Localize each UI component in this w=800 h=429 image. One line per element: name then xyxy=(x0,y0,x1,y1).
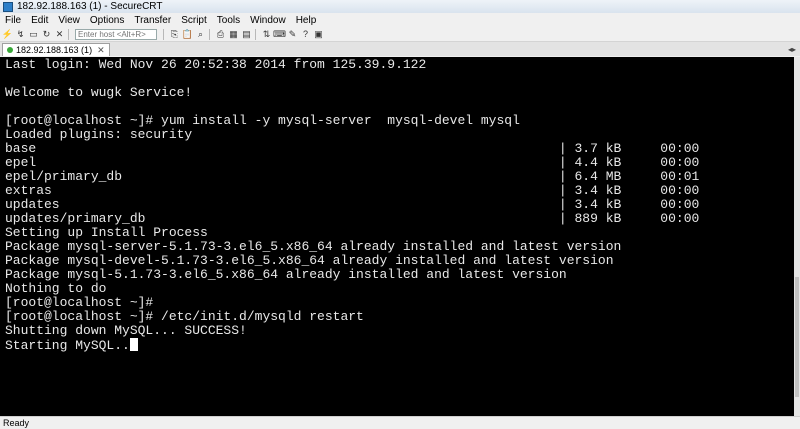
find-icon[interactable]: ⌕ xyxy=(195,29,206,40)
menu-script[interactable]: Script xyxy=(176,15,212,26)
menu-view[interactable]: View xyxy=(53,15,85,26)
menu-transfer[interactable]: Transfer xyxy=(129,15,176,26)
global-options-icon[interactable]: ▤ xyxy=(241,29,252,40)
terminal-line: Nothing to do xyxy=(5,281,107,296)
terminal-line: Package mysql-server-5.1.73-3.el6_5.x86_… xyxy=(5,239,622,254)
toolbar-overflow-icon[interactable]: ▣ xyxy=(313,29,324,40)
connect-icon[interactable]: ⚡ xyxy=(2,29,13,40)
window-title: 182.92.188.163 (1) - SecureCRT xyxy=(17,1,163,12)
menu-options[interactable]: Options xyxy=(85,15,129,26)
quick-connect-icon[interactable]: ↯ xyxy=(15,29,26,40)
terminal-line: Package mysql-5.1.73-3.el6_5.x86_64 alre… xyxy=(5,267,567,282)
menu-edit[interactable]: Edit xyxy=(26,15,53,26)
terminal-line: epel | 4.4 kB 00:00 xyxy=(5,155,700,170)
terminal-line: epel/primary_db | 6.4 MB 00:01 xyxy=(5,169,700,184)
toolbar-separator xyxy=(209,28,210,40)
terminal-line: Welcome to wugk Service! xyxy=(5,85,193,100)
vertical-scrollbar[interactable] xyxy=(794,57,800,416)
terminal-line: Loaded plugins: security xyxy=(5,127,193,142)
session-tab-bar: 182.92.188.163 (1) ✕ ◂▸ xyxy=(0,42,800,56)
tab-session[interactable]: 182.92.188.163 (1) ✕ xyxy=(2,43,110,56)
terminal-line: extras | 3.4 kB 00:00 xyxy=(5,183,700,198)
menu-help[interactable]: Help xyxy=(291,15,322,26)
terminal-line: Last login: Wed Nov 26 20:52:38 2014 fro… xyxy=(5,57,427,72)
copy-icon[interactable]: ⎘ xyxy=(169,29,180,40)
sftp-icon[interactable]: ⇅ xyxy=(261,29,272,40)
connect-in-tab-icon[interactable]: ▭ xyxy=(28,29,39,40)
terminal-line: Shutting down MySQL... SUCCESS! xyxy=(5,323,247,338)
print-icon[interactable]: ⎙ xyxy=(215,29,226,40)
toolbar-separator xyxy=(68,28,69,40)
terminal-line: Package mysql-devel-5.1.73-3.el6_5.x86_6… xyxy=(5,253,614,268)
menu-tools[interactable]: Tools xyxy=(212,15,245,26)
status-bar: Ready xyxy=(0,416,800,429)
menu-file[interactable]: File xyxy=(0,15,26,26)
enter-host-input[interactable] xyxy=(75,28,157,40)
terminal-output: Last login: Wed Nov 26 20:52:38 2014 fro… xyxy=(0,57,794,353)
toolbar-separator xyxy=(255,28,256,40)
toolbar-separator xyxy=(163,28,164,40)
tab-scroll-arrows-icon[interactable]: ◂▸ xyxy=(788,43,796,56)
terminal-screen[interactable]: Last login: Wed Nov 26 20:52:38 2014 fro… xyxy=(0,57,794,416)
terminal-line: Starting MySQL.. xyxy=(5,338,794,353)
terminal-line: updates/primary_db | 889 kB 00:00 xyxy=(5,211,700,226)
toolbar: ⚡ ↯ ▭ ↻ ✕ ⎘ 📋 ⌕ ⎙ ▦ ▤ ⇅ ⌨ ✎ ? ▣ xyxy=(0,27,800,42)
tab-close-icon[interactable]: ✕ xyxy=(97,45,105,56)
terminal-line: Setting up Install Process xyxy=(5,225,208,240)
script-icon[interactable]: ✎ xyxy=(287,29,298,40)
terminal-line: updates | 3.4 kB 00:00 xyxy=(5,197,700,212)
menu-bar: File Edit View Options Transfer Script T… xyxy=(0,13,800,27)
title-bar[interactable]: 182.92.188.163 (1) - SecureCRT xyxy=(0,0,800,13)
session-options-icon[interactable]: ▦ xyxy=(228,29,239,40)
connected-status-icon xyxy=(7,47,13,53)
terminal-line: [root@localhost ~]# /etc/init.d/mysqld r… xyxy=(5,309,364,324)
menu-window[interactable]: Window xyxy=(245,15,291,26)
keymap-icon[interactable]: ⌨ xyxy=(273,29,286,40)
tab-label: 182.92.188.163 (1) xyxy=(16,45,93,55)
terminal-line: base | 3.7 kB 00:00 xyxy=(5,141,700,156)
disconnect-icon[interactable]: ✕ xyxy=(54,29,65,40)
scrollbar-thumb[interactable] xyxy=(795,277,799,397)
paste-icon[interactable]: 📋 xyxy=(182,29,193,40)
terminal-cursor xyxy=(129,338,138,351)
reconnect-icon[interactable]: ↻ xyxy=(41,29,52,40)
terminal-line: [root@localhost ~]# xyxy=(5,295,154,310)
securecrt-app-icon xyxy=(3,1,13,12)
terminal-line: [root@localhost ~]# yum install -y mysql… xyxy=(5,113,520,128)
help-icon[interactable]: ? xyxy=(300,29,311,40)
status-text: Ready xyxy=(3,418,30,428)
